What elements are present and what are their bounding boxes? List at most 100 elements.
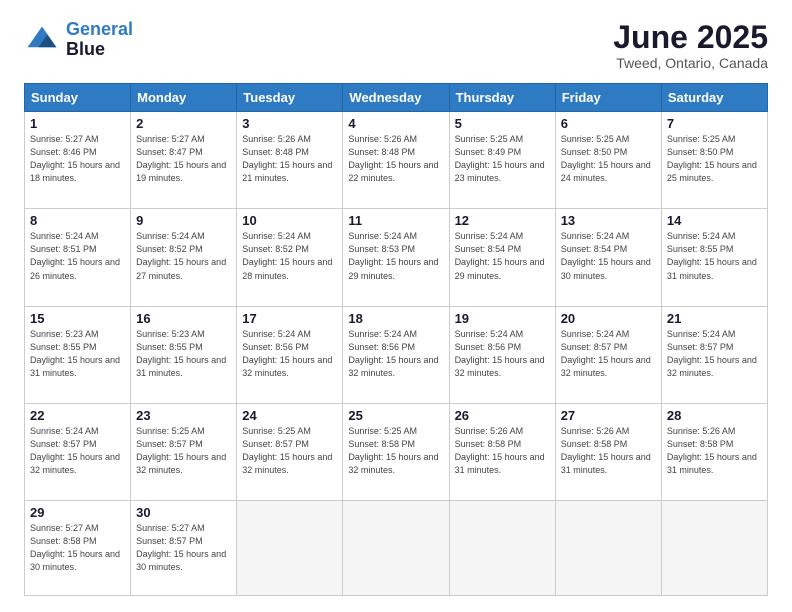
table-row: 30 Sunrise: 5:27 AM Sunset: 8:57 PM Dayl… — [131, 500, 237, 595]
table-row: 12 Sunrise: 5:24 AM Sunset: 8:54 PM Dayl… — [449, 209, 555, 306]
col-wednesday: Wednesday — [343, 84, 449, 112]
day-info: Sunrise: 5:24 AM Sunset: 8:54 PM Dayligh… — [561, 230, 656, 282]
calendar-row: 22 Sunrise: 5:24 AM Sunset: 8:57 PM Dayl… — [25, 403, 768, 500]
day-info: Sunrise: 5:25 AM Sunset: 8:50 PM Dayligh… — [561, 133, 656, 185]
day-info: Sunrise: 5:24 AM Sunset: 8:56 PM Dayligh… — [242, 328, 337, 380]
table-row: 27 Sunrise: 5:26 AM Sunset: 8:58 PM Dayl… — [555, 403, 661, 500]
table-row: 21 Sunrise: 5:24 AM Sunset: 8:57 PM Dayl… — [661, 306, 767, 403]
sunrise-text: Sunrise: 5:25 AM — [667, 134, 736, 144]
table-row: 11 Sunrise: 5:24 AM Sunset: 8:53 PM Dayl… — [343, 209, 449, 306]
day-number: 5 — [455, 116, 550, 131]
sunrise-text: Sunrise: 5:27 AM — [30, 134, 99, 144]
day-number: 19 — [455, 311, 550, 326]
sunrise-text: Sunrise: 5:25 AM — [136, 426, 205, 436]
sunrise-text: Sunrise: 5:24 AM — [136, 231, 205, 241]
table-row: 25 Sunrise: 5:25 AM Sunset: 8:58 PM Dayl… — [343, 403, 449, 500]
daylight-text: Daylight: 15 hours and 32 minutes. — [136, 452, 226, 475]
col-saturday: Saturday — [661, 84, 767, 112]
day-number: 4 — [348, 116, 443, 131]
daylight-text: Daylight: 15 hours and 31 minutes. — [561, 452, 651, 475]
day-number: 25 — [348, 408, 443, 423]
sunset-text: Sunset: 8:58 PM — [455, 439, 522, 449]
sunset-text: Sunset: 8:54 PM — [561, 244, 628, 254]
calendar-table: Sunday Monday Tuesday Wednesday Thursday… — [24, 83, 768, 596]
sunrise-text: Sunrise: 5:23 AM — [30, 329, 99, 339]
sunrise-text: Sunrise: 5:26 AM — [667, 426, 736, 436]
daylight-text: Daylight: 15 hours and 28 minutes. — [242, 257, 332, 280]
table-row: 8 Sunrise: 5:24 AM Sunset: 8:51 PM Dayli… — [25, 209, 131, 306]
daylight-text: Daylight: 15 hours and 24 minutes. — [561, 160, 651, 183]
day-number: 1 — [30, 116, 125, 131]
day-number: 7 — [667, 116, 762, 131]
sunrise-text: Sunrise: 5:24 AM — [30, 231, 99, 241]
table-row: 9 Sunrise: 5:24 AM Sunset: 8:52 PM Dayli… — [131, 209, 237, 306]
table-row: 19 Sunrise: 5:24 AM Sunset: 8:56 PM Dayl… — [449, 306, 555, 403]
day-number: 11 — [348, 213, 443, 228]
daylight-text: Daylight: 15 hours and 26 minutes. — [30, 257, 120, 280]
table-row — [661, 500, 767, 595]
sunset-text: Sunset: 8:48 PM — [242, 147, 309, 157]
calendar-header-row: Sunday Monday Tuesday Wednesday Thursday… — [25, 84, 768, 112]
day-info: Sunrise: 5:23 AM Sunset: 8:55 PM Dayligh… — [136, 328, 231, 380]
day-info: Sunrise: 5:27 AM Sunset: 8:57 PM Dayligh… — [136, 522, 231, 574]
day-info: Sunrise: 5:24 AM Sunset: 8:54 PM Dayligh… — [455, 230, 550, 282]
sunset-text: Sunset: 8:50 PM — [667, 147, 734, 157]
col-thursday: Thursday — [449, 84, 555, 112]
day-info: Sunrise: 5:25 AM Sunset: 8:58 PM Dayligh… — [348, 425, 443, 477]
sunset-text: Sunset: 8:57 PM — [136, 439, 203, 449]
title-block: June 2025 Tweed, Ontario, Canada — [613, 20, 768, 71]
day-number: 12 — [455, 213, 550, 228]
sunset-text: Sunset: 8:51 PM — [30, 244, 97, 254]
sunrise-text: Sunrise: 5:27 AM — [136, 134, 205, 144]
sunrise-text: Sunrise: 5:27 AM — [136, 523, 205, 533]
sunset-text: Sunset: 8:57 PM — [667, 342, 734, 352]
table-row: 6 Sunrise: 5:25 AM Sunset: 8:50 PM Dayli… — [555, 112, 661, 209]
sunset-text: Sunset: 8:46 PM — [30, 147, 97, 157]
daylight-text: Daylight: 15 hours and 31 minutes. — [136, 355, 226, 378]
table-row: 26 Sunrise: 5:26 AM Sunset: 8:58 PM Dayl… — [449, 403, 555, 500]
daylight-text: Daylight: 15 hours and 30 minutes. — [561, 257, 651, 280]
day-info: Sunrise: 5:25 AM Sunset: 8:49 PM Dayligh… — [455, 133, 550, 185]
calendar-row: 29 Sunrise: 5:27 AM Sunset: 8:58 PM Dayl… — [25, 500, 768, 595]
sunrise-text: Sunrise: 5:24 AM — [455, 329, 524, 339]
table-row: 13 Sunrise: 5:24 AM Sunset: 8:54 PM Dayl… — [555, 209, 661, 306]
day-number: 28 — [667, 408, 762, 423]
table-row: 5 Sunrise: 5:25 AM Sunset: 8:49 PM Dayli… — [449, 112, 555, 209]
day-info: Sunrise: 5:26 AM Sunset: 8:48 PM Dayligh… — [242, 133, 337, 185]
sunrise-text: Sunrise: 5:26 AM — [348, 134, 417, 144]
day-info: Sunrise: 5:24 AM Sunset: 8:52 PM Dayligh… — [136, 230, 231, 282]
table-row — [449, 500, 555, 595]
logo-text: General Blue — [66, 20, 133, 60]
day-number: 2 — [136, 116, 231, 131]
table-row: 7 Sunrise: 5:25 AM Sunset: 8:50 PM Dayli… — [661, 112, 767, 209]
daylight-text: Daylight: 15 hours and 32 minutes. — [455, 355, 545, 378]
daylight-text: Daylight: 15 hours and 32 minutes. — [242, 452, 332, 475]
day-number: 29 — [30, 505, 125, 520]
day-number: 22 — [30, 408, 125, 423]
day-info: Sunrise: 5:24 AM Sunset: 8:51 PM Dayligh… — [30, 230, 125, 282]
sunrise-text: Sunrise: 5:24 AM — [667, 329, 736, 339]
day-info: Sunrise: 5:25 AM Sunset: 8:50 PM Dayligh… — [667, 133, 762, 185]
day-info: Sunrise: 5:26 AM Sunset: 8:58 PM Dayligh… — [561, 425, 656, 477]
month-title: June 2025 — [613, 20, 768, 55]
table-row: 1 Sunrise: 5:27 AM Sunset: 8:46 PM Dayli… — [25, 112, 131, 209]
daylight-text: Daylight: 15 hours and 30 minutes. — [30, 549, 120, 572]
table-row: 17 Sunrise: 5:24 AM Sunset: 8:56 PM Dayl… — [237, 306, 343, 403]
sunset-text: Sunset: 8:57 PM — [561, 342, 628, 352]
day-info: Sunrise: 5:27 AM Sunset: 8:58 PM Dayligh… — [30, 522, 125, 574]
sunset-text: Sunset: 8:52 PM — [136, 244, 203, 254]
day-info: Sunrise: 5:25 AM Sunset: 8:57 PM Dayligh… — [242, 425, 337, 477]
table-row: 3 Sunrise: 5:26 AM Sunset: 8:48 PM Dayli… — [237, 112, 343, 209]
sunrise-text: Sunrise: 5:24 AM — [242, 329, 311, 339]
day-number: 16 — [136, 311, 231, 326]
daylight-text: Daylight: 15 hours and 19 minutes. — [136, 160, 226, 183]
sunrise-text: Sunrise: 5:24 AM — [455, 231, 524, 241]
table-row: 14 Sunrise: 5:24 AM Sunset: 8:55 PM Dayl… — [661, 209, 767, 306]
day-number: 3 — [242, 116, 337, 131]
sunset-text: Sunset: 8:54 PM — [455, 244, 522, 254]
day-info: Sunrise: 5:27 AM Sunset: 8:47 PM Dayligh… — [136, 133, 231, 185]
location: Tweed, Ontario, Canada — [613, 55, 768, 71]
day-number: 30 — [136, 505, 231, 520]
daylight-text: Daylight: 15 hours and 32 minutes. — [242, 355, 332, 378]
sunrise-text: Sunrise: 5:24 AM — [667, 231, 736, 241]
